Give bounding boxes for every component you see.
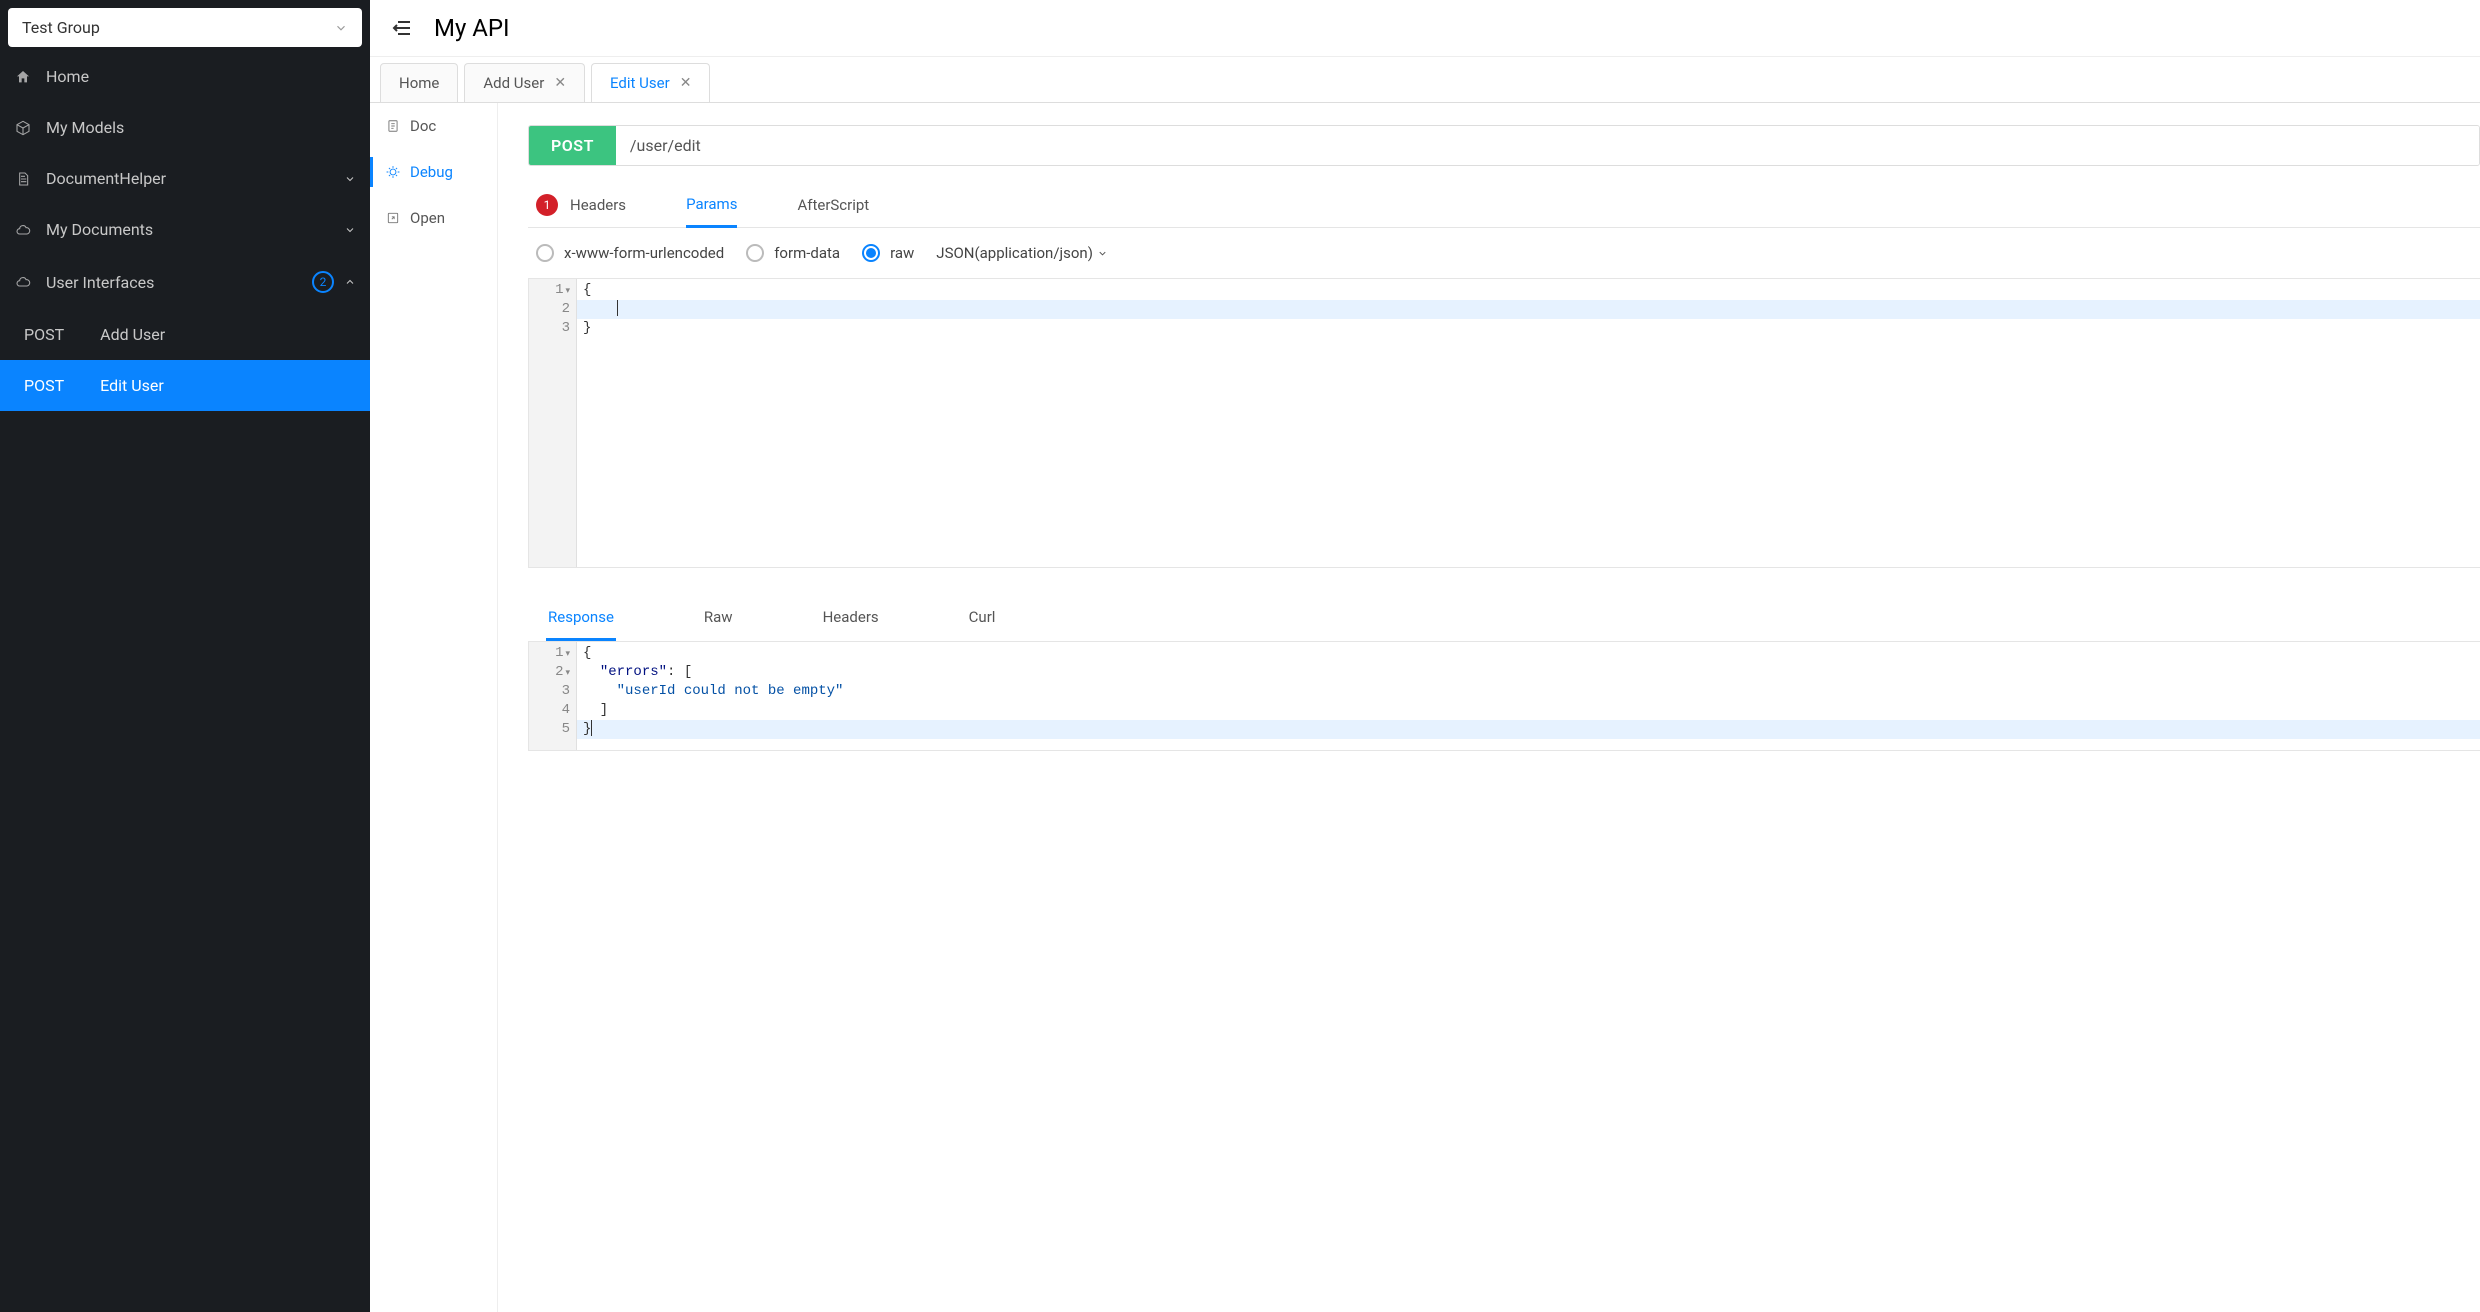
chevron-down-icon <box>344 173 356 185</box>
encoding-row: x-www-form-urlencoded form-data raw JSON… <box>528 228 2480 278</box>
sidebar-sub-label: Add User <box>100 325 165 344</box>
page-title: My API <box>434 14 510 42</box>
code-line <box>583 300 2480 319</box>
sidebar: Test Group Home My Models DocumentHelper <box>0 0 370 1312</box>
url-row: POST /user/edit <box>528 125 2480 166</box>
count-badge: 2 <box>312 271 334 293</box>
code-line: "errors": [ <box>583 663 2480 682</box>
request-body-editor[interactable]: 1 2 3 { } <box>528 278 2480 568</box>
tool-label: Debug <box>410 163 453 181</box>
tool-label: Open <box>410 209 445 227</box>
group-selector-label: Test Group <box>22 18 100 37</box>
topbar: My API <box>370 0 2480 57</box>
chevron-down-icon <box>344 224 356 236</box>
tabs-row: Home Add User ✕ Edit User ✕ <box>370 57 2480 102</box>
close-icon[interactable]: ✕ <box>554 75 566 91</box>
code-line: { <box>583 281 2480 300</box>
sidebar-item-label: My Models <box>46 118 124 137</box>
code-line: } <box>583 720 2480 739</box>
code-line: ] <box>583 701 2480 720</box>
method-label: POST <box>24 325 64 344</box>
url-input[interactable]: /user/edit <box>616 126 2479 165</box>
tab-edit-user[interactable]: Edit User ✕ <box>591 63 710 102</box>
radio-raw[interactable]: raw <box>862 244 914 262</box>
radio-icon <box>746 244 764 262</box>
sidebar-sub-edit-user[interactable]: POST Edit User <box>0 360 370 411</box>
request-tabs: 1 Headers Params AfterScript <box>528 166 2480 228</box>
tool-debug[interactable]: Debug <box>370 149 497 195</box>
radio-label: raw <box>890 244 914 262</box>
code-line: "userId could not be empty" <box>583 682 2480 701</box>
tool-doc[interactable]: Doc <box>370 103 497 149</box>
code-body[interactable]: { "errors": [ "userId could not be empty… <box>577 642 2480 750</box>
radio-label: form-data <box>774 244 840 262</box>
sidebar-sub-add-user[interactable]: POST Add User <box>0 309 370 360</box>
sidebar-item-label: User Interfaces <box>46 273 154 292</box>
tab-label: Add User <box>483 74 544 92</box>
code-body[interactable]: { } <box>577 279 2480 567</box>
gutter: 1 2 3 4 5 <box>529 642 577 750</box>
reqtab-headers[interactable]: 1 Headers <box>536 186 626 228</box>
sidebar-item-home[interactable]: Home <box>0 51 370 102</box>
tool-open[interactable]: Open <box>370 195 497 241</box>
reqtab-params[interactable]: Params <box>686 186 737 228</box>
method-label: POST <box>24 376 64 395</box>
sidebar-item-label: DocumentHelper <box>46 169 166 188</box>
sidebar-item-dochelper[interactable]: DocumentHelper <box>0 153 370 204</box>
sidebar-sub-label: Edit User <box>100 376 164 395</box>
resptab-curl[interactable]: Curl <box>967 600 998 641</box>
close-icon[interactable]: ✕ <box>680 75 692 91</box>
radio-icon <box>536 244 554 262</box>
cloud-icon <box>14 222 32 238</box>
method-badge[interactable]: POST <box>529 126 616 165</box>
headers-badge: 1 <box>536 194 558 216</box>
tool-column: Doc Debug Open <box>370 103 498 1312</box>
doc-icon <box>386 119 400 133</box>
radio-label: x-www-form-urlencoded <box>564 244 724 262</box>
reqtab-label: Headers <box>570 196 626 214</box>
cube-icon <box>14 120 32 136</box>
cloud-icon <box>14 274 32 290</box>
reqtab-label: AfterScript <box>797 196 869 214</box>
response-tabs: Response Raw Headers Curl <box>528 568 2480 641</box>
tab-add-user[interactable]: Add User ✕ <box>464 63 585 102</box>
open-icon <box>386 211 400 225</box>
tab-home[interactable]: Home <box>380 63 458 102</box>
tab-label: Home <box>399 74 439 92</box>
sidebar-item-ui[interactable]: User Interfaces 2 <box>0 255 370 309</box>
chevron-down-icon <box>334 21 348 35</box>
radio-form-urlencoded[interactable]: x-www-form-urlencoded <box>536 244 724 262</box>
gutter: 1 2 3 <box>529 279 577 567</box>
sidebar-item-label: Home <box>46 67 89 86</box>
document-icon <box>14 171 32 187</box>
radio-icon <box>862 244 880 262</box>
editor-column: POST /user/edit 1 Headers Params AfterSc… <box>498 103 2480 1312</box>
resptab-response[interactable]: Response <box>546 600 616 641</box>
chevron-up-icon <box>344 276 356 288</box>
radio-form-data[interactable]: form-data <box>746 244 840 262</box>
response-editor[interactable]: 1 2 3 4 5 { "errors": [ "userId could no… <box>528 641 2480 751</box>
resptab-raw[interactable]: Raw <box>702 600 735 641</box>
chevron-down-icon <box>1097 248 1108 259</box>
code-line: } <box>583 319 2480 338</box>
resptab-headers[interactable]: Headers <box>821 600 881 641</box>
code-line: { <box>583 644 2480 663</box>
tool-label: Doc <box>410 117 436 135</box>
bug-icon <box>386 165 400 179</box>
main: My API Home Add User ✕ Edit User ✕ <box>370 0 2480 1312</box>
sidebar-item-label: My Documents <box>46 220 153 239</box>
content-type-label: JSON(application/json) <box>936 244 1093 262</box>
reqtab-afterscript[interactable]: AfterScript <box>797 186 869 228</box>
group-selector[interactable]: Test Group <box>8 8 362 47</box>
home-icon <box>14 69 32 85</box>
content-type-select[interactable]: JSON(application/json) <box>936 244 1108 262</box>
sidebar-item-models[interactable]: My Models <box>0 102 370 153</box>
reqtab-label: Params <box>686 195 737 213</box>
tab-label: Edit User <box>610 74 670 92</box>
sidebar-item-mydocs[interactable]: My Documents <box>0 204 370 255</box>
menu-toggle-icon[interactable] <box>390 16 414 40</box>
